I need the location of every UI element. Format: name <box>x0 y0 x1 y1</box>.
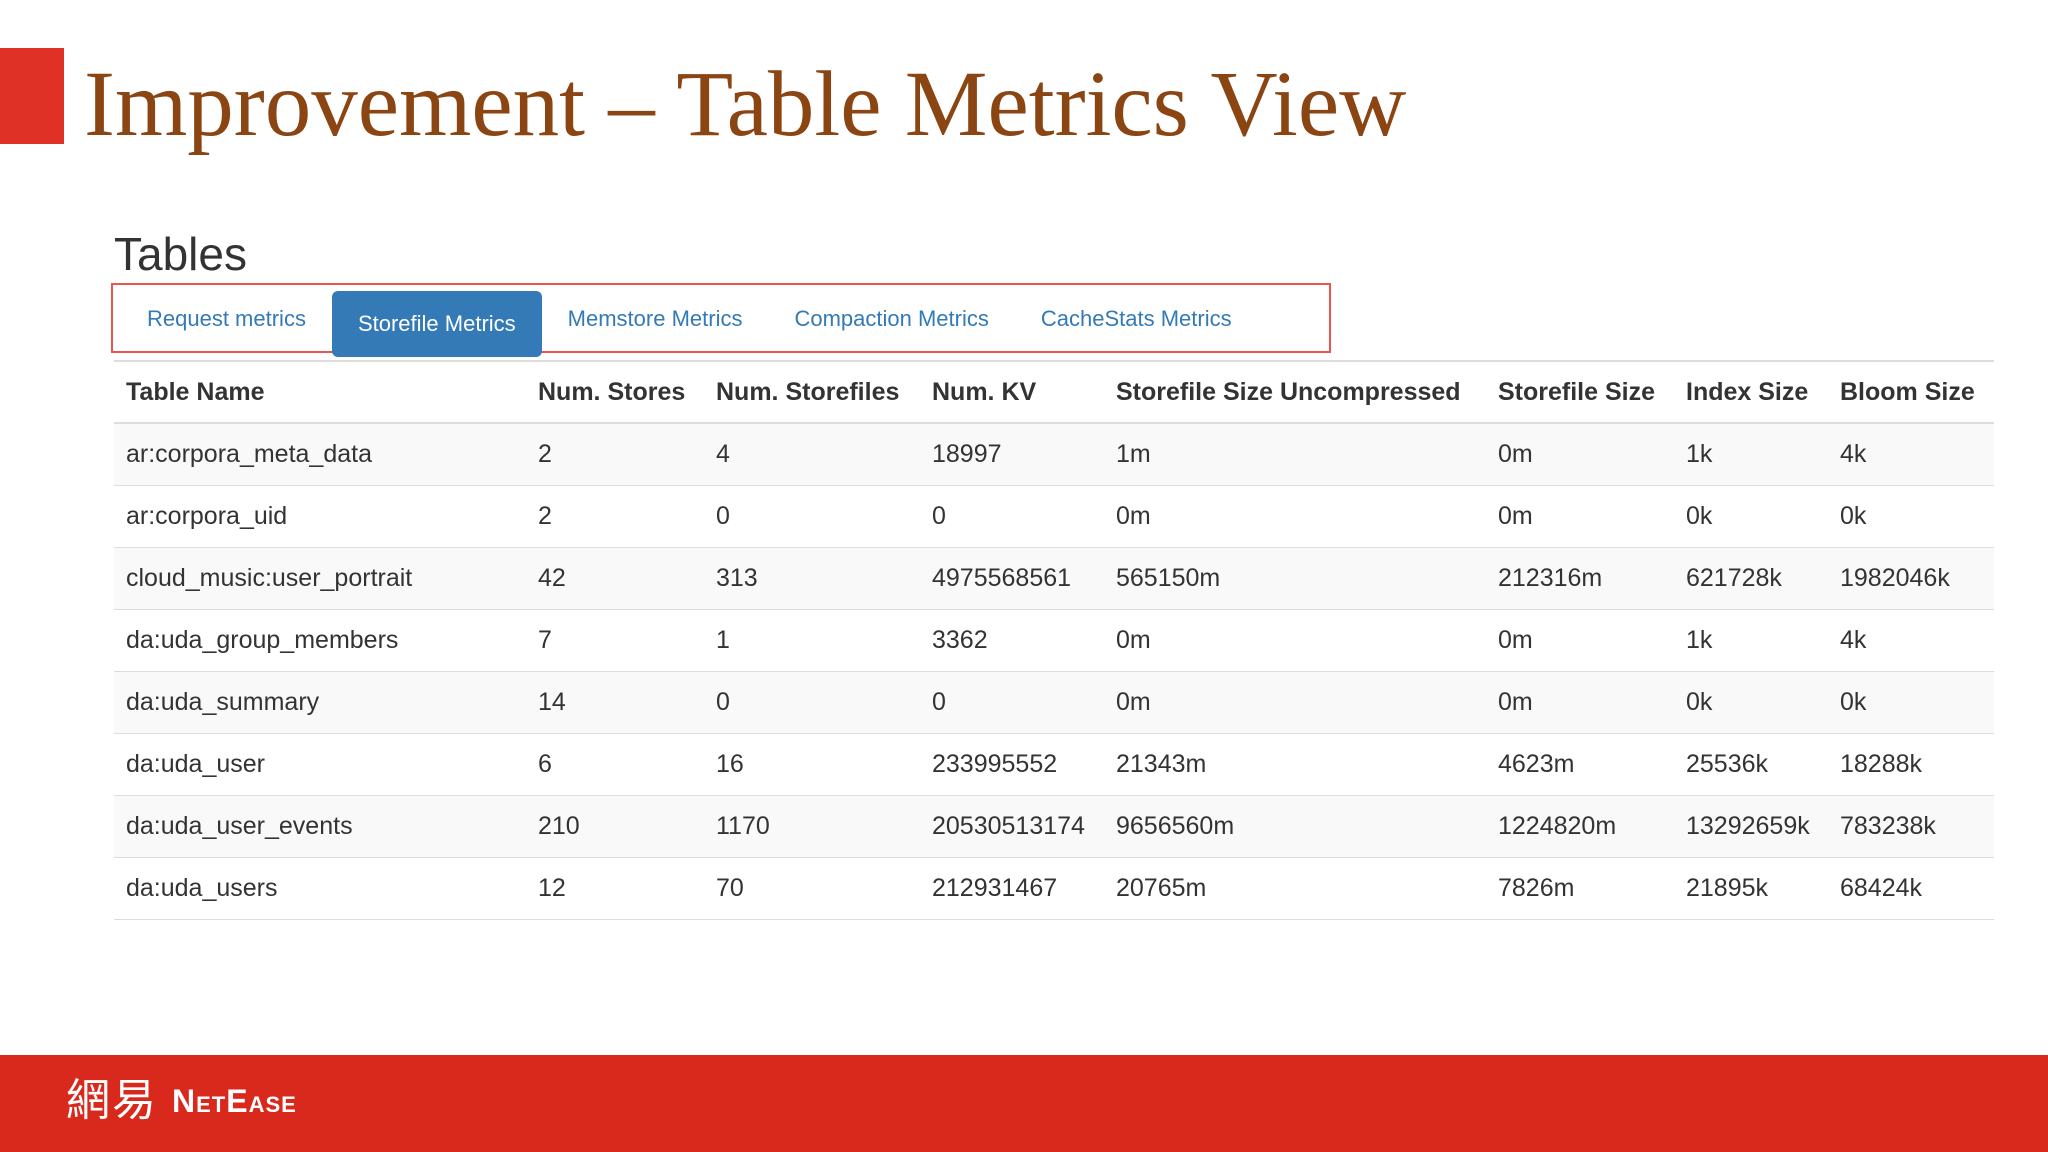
cell-index-size: 13292659k <box>1674 795 1828 858</box>
footer-bar: 網易 NetEase <box>0 1055 2048 1152</box>
netease-logo-glyphs: 網易 <box>66 1075 158 1126</box>
cell-index-size: 621728k <box>1674 547 1828 610</box>
cell-storefile-size-uncompressed: 1m <box>1104 423 1486 486</box>
column-header-index-size[interactable]: Index Size <box>1674 360 1828 424</box>
cell-storefile-size-uncompressed: 565150m <box>1104 547 1486 610</box>
cell-index-size: 25536k <box>1674 733 1828 796</box>
cell-storefile-size: 0m <box>1486 485 1674 548</box>
cell-num-kv: 0 <box>920 485 1104 548</box>
table-header-row: Table Name Num. Stores Num. Storefiles N… <box>114 360 1994 424</box>
column-header-bloom-size[interactable]: Bloom Size <box>1828 360 1994 424</box>
cell-index-size: 1k <box>1674 609 1828 672</box>
table-row: da:uda_users 12 70 212931467 20765m 7826… <box>114 857 1994 920</box>
cell-num-kv: 233995552 <box>920 733 1104 796</box>
cell-storefile-size: 0m <box>1486 609 1674 672</box>
slide-title: Improvement – Table Metrics View <box>84 53 1407 156</box>
cell-num-kv: 0 <box>920 671 1104 734</box>
cell-storefile-size: 0m <box>1486 671 1674 734</box>
column-header-storefile-size-uncompressed[interactable]: Storefile Size Uncompressed <box>1104 360 1486 424</box>
cell-index-size: 21895k <box>1674 857 1828 920</box>
tab-memstore-metrics[interactable]: Memstore Metrics <box>542 287 769 351</box>
cell-num-kv: 18997 <box>920 423 1104 486</box>
cell-num-storefiles: 313 <box>704 547 920 610</box>
cell-storefile-size: 7826m <box>1486 857 1674 920</box>
cell-storefile-size: 0m <box>1486 423 1674 486</box>
table-row: ar:corpora_uid 2 0 0 0m 0m 0k 0k <box>114 485 1994 548</box>
cell-table-name: da:uda_group_members <box>114 609 526 672</box>
cell-bloom-size: 68424k <box>1828 857 1994 920</box>
cell-num-stores: 2 <box>526 423 704 486</box>
cell-table-name: ar:corpora_meta_data <box>114 423 526 486</box>
cell-storefile-size-uncompressed: 0m <box>1104 485 1486 548</box>
cell-bloom-size: 18288k <box>1828 733 1994 796</box>
cell-storefile-size: 4623m <box>1486 733 1674 796</box>
table-row: cloud_music:user_portrait 42 313 4975568… <box>114 547 1994 610</box>
column-header-table-name[interactable]: Table Name <box>114 360 526 424</box>
cell-num-storefiles: 16 <box>704 733 920 796</box>
cell-index-size: 0k <box>1674 671 1828 734</box>
title-accent-block <box>0 48 64 144</box>
cell-num-storefiles: 70 <box>704 857 920 920</box>
table-row: da:uda_group_members 7 1 3362 0m 0m 1k 4… <box>114 609 1994 672</box>
cell-num-storefiles: 1 <box>704 609 920 672</box>
cell-num-stores: 14 <box>526 671 704 734</box>
cell-num-storefiles: 0 <box>704 671 920 734</box>
cell-bloom-size: 1982046k <box>1828 547 1994 610</box>
cell-index-size: 0k <box>1674 485 1828 548</box>
cell-num-stores: 6 <box>526 733 704 796</box>
cell-num-stores: 12 <box>526 857 704 920</box>
cell-num-kv: 20530513174 <box>920 795 1104 858</box>
cell-table-name: da:uda_user_events <box>114 795 526 858</box>
table-row: ar:corpora_meta_data 2 4 18997 1m 0m 1k … <box>114 423 1994 486</box>
tab-compaction-metrics[interactable]: Compaction Metrics <box>768 287 1014 351</box>
table-row: da:uda_summary 14 0 0 0m 0m 0k 0k <box>114 671 1994 734</box>
cell-num-stores: 2 <box>526 485 704 548</box>
metrics-tabs: Request metrics Storefile Metrics Memsto… <box>111 283 1331 357</box>
tables-heading: Tables <box>114 228 247 280</box>
cell-index-size: 1k <box>1674 423 1828 486</box>
storefile-metrics-table: Table Name Num. Stores Num. Storefiles N… <box>114 360 1994 920</box>
cell-num-kv: 3362 <box>920 609 1104 672</box>
column-header-storefile-size[interactable]: Storefile Size <box>1486 360 1674 424</box>
cell-storefile-size-uncompressed: 21343m <box>1104 733 1486 796</box>
cell-num-storefiles: 4 <box>704 423 920 486</box>
cell-bloom-size: 4k <box>1828 609 1994 672</box>
cell-storefile-size-uncompressed: 0m <box>1104 609 1486 672</box>
cell-num-stores: 42 <box>526 547 704 610</box>
cell-storefile-size: 1224820m <box>1486 795 1674 858</box>
cell-storefile-size: 212316m <box>1486 547 1674 610</box>
cell-num-kv: 4975568561 <box>920 547 1104 610</box>
cell-table-name: da:uda_users <box>114 857 526 920</box>
cell-bloom-size: 0k <box>1828 671 1994 734</box>
netease-logo: 網易 NetEase <box>66 1073 297 1129</box>
cell-storefile-size-uncompressed: 0m <box>1104 671 1486 734</box>
cell-num-storefiles: 0 <box>704 485 920 548</box>
cell-table-name: cloud_music:user_portrait <box>114 547 526 610</box>
cell-storefile-size-uncompressed: 9656560m <box>1104 795 1486 858</box>
tab-request-metrics[interactable]: Request metrics <box>121 287 332 351</box>
column-header-num-kv[interactable]: Num. KV <box>920 360 1104 424</box>
cell-bloom-size: 783238k <box>1828 795 1994 858</box>
cell-table-name: da:uda_summary <box>114 671 526 734</box>
table-row: da:uda_user 6 16 233995552 21343m 4623m … <box>114 733 1994 796</box>
cell-num-storefiles: 1170 <box>704 795 920 858</box>
cell-bloom-size: 0k <box>1828 485 1994 548</box>
column-header-num-stores[interactable]: Num. Stores <box>526 360 704 424</box>
cell-table-name: ar:corpora_uid <box>114 485 526 548</box>
cell-num-stores: 7 <box>526 609 704 672</box>
cell-storefile-size-uncompressed: 20765m <box>1104 857 1486 920</box>
cell-table-name: da:uda_user <box>114 733 526 796</box>
tab-cachestats-metrics[interactable]: CacheStats Metrics <box>1015 287 1258 351</box>
cell-num-stores: 210 <box>526 795 704 858</box>
cell-num-kv: 212931467 <box>920 857 1104 920</box>
netease-logo-wordmark: NetEase <box>172 1083 297 1119</box>
tab-storefile-metrics[interactable]: Storefile Metrics <box>331 291 542 357</box>
column-header-num-storefiles[interactable]: Num. Storefiles <box>704 360 920 424</box>
cell-bloom-size: 4k <box>1828 423 1994 486</box>
table-row: da:uda_user_events 210 1170 20530513174 … <box>114 795 1994 858</box>
